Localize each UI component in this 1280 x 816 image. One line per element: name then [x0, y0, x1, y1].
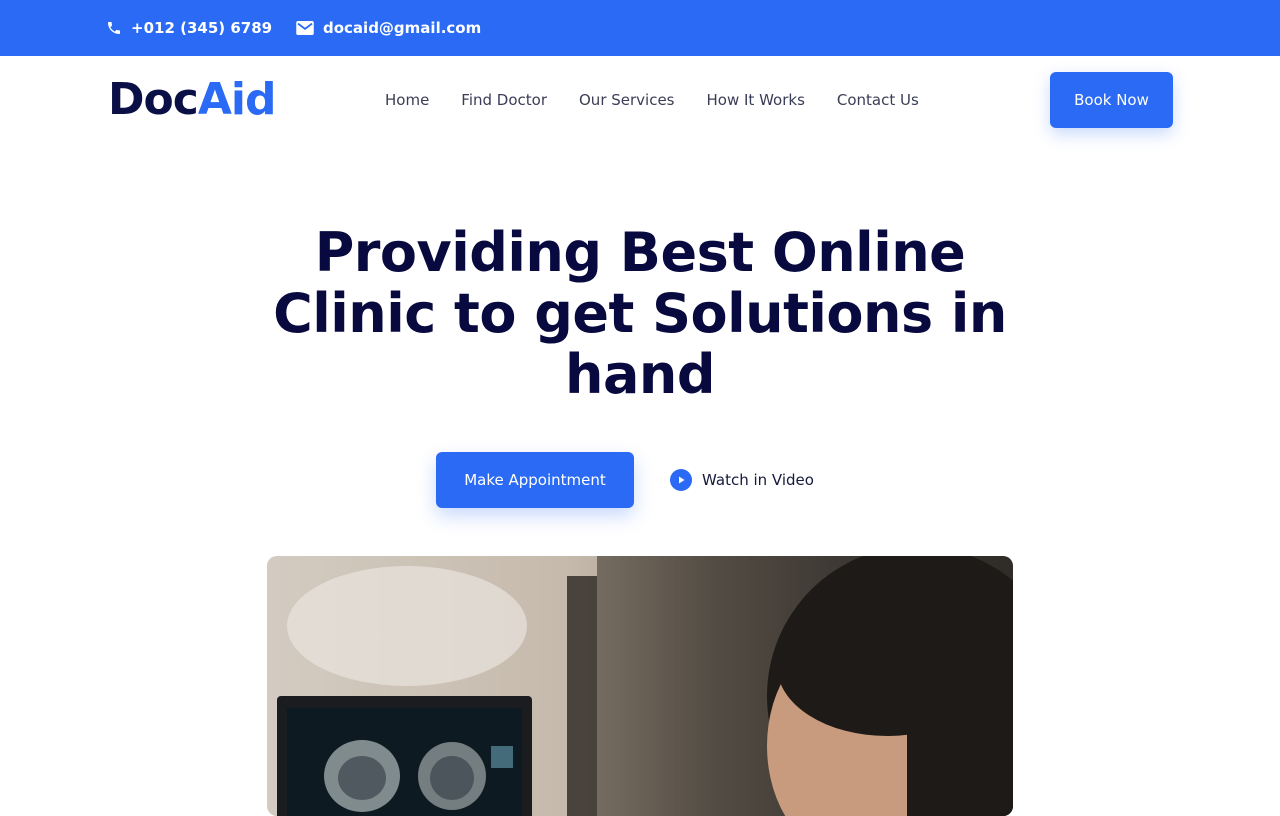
hero-image: [267, 556, 1013, 816]
email-address: docaid@gmail.com: [323, 19, 482, 37]
book-now-button[interactable]: Book Now: [1050, 72, 1173, 128]
watch-video-label: Watch in Video: [702, 471, 814, 489]
phone-number: +012 (345) 6789: [131, 19, 273, 37]
nav-item-how-it-works[interactable]: How It Works: [707, 91, 805, 109]
hero-photo-illustration: [267, 556, 1013, 816]
play-icon: [670, 469, 692, 491]
make-appointment-button[interactable]: Make Appointment: [436, 452, 634, 508]
logo-part-aid: Aid: [197, 74, 277, 125]
nav-item-our-services[interactable]: Our Services: [579, 91, 675, 109]
phone-contact[interactable]: +012 (345) 6789: [106, 0, 272, 56]
main-navbar: DocAid Home Find Doctor Our Services How…: [0, 56, 1280, 144]
mail-icon: [296, 21, 314, 35]
watch-video-link[interactable]: Watch in Video: [670, 452, 814, 508]
logo[interactable]: DocAid: [108, 74, 277, 126]
email-contact[interactable]: docaid@gmail.com: [296, 0, 481, 56]
top-contact-bar: +012 (345) 6789 docaid@gmail.com: [0, 0, 1280, 56]
nav-item-contact-us[interactable]: Contact Us: [837, 91, 919, 109]
hero-title: Providing Best Online Clinic to get Solu…: [273, 221, 1007, 406]
phone-icon: [108, 22, 120, 34]
nav-item-find-doctor[interactable]: Find Doctor: [461, 91, 547, 109]
logo-part-doc: Doc: [108, 74, 199, 125]
nav-item-home[interactable]: Home: [385, 91, 429, 109]
nav-menu: Home Find Doctor Our Services How It Wor…: [385, 56, 951, 144]
